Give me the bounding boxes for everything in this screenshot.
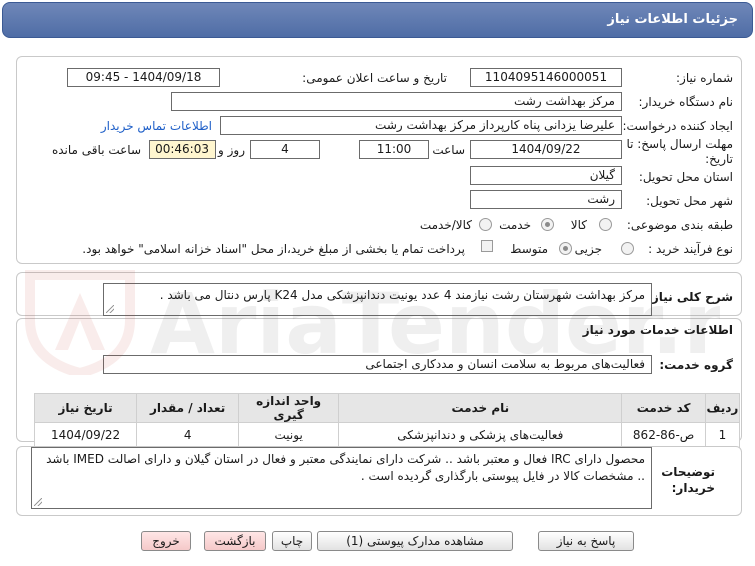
remaining-days-field: 4 (250, 140, 320, 159)
page-title: جزئیات اطلاعات نیاز (607, 12, 738, 27)
deadline-time-field: 11:00 (359, 140, 429, 159)
province-field: گیلان (470, 166, 622, 185)
cell-unit: یونیت (238, 422, 340, 448)
reply-button[interactable]: پاسخ به نیاز (538, 531, 634, 551)
services-table: ردیف کد خدمت نام خدمت واحد اندازه گیری ت… (33, 393, 741, 448)
city-field: رشت (470, 190, 622, 209)
table-row: 1 ص-86-862 فعالیت‌های پزشکی و دندانپزشکی… (33, 422, 741, 448)
need-info-panel (16, 56, 742, 264)
buyer-org-label: نام دستگاه خریدار: (638, 95, 734, 109)
need-number-label: شماره نیاز: (676, 71, 733, 85)
col-service-code: کد خدمت (621, 393, 706, 423)
services-section-title: اطلاعات خدمات مورد نیاز (582, 323, 733, 337)
category-radio-goods-service[interactable] (479, 218, 492, 231)
col-service-name: نام خدمت (338, 393, 623, 423)
description-textarea: مرکز بهداشت شهرستان رشت نیازمند 4 عدد یو… (103, 283, 652, 316)
buyer-notes-text: محصول دارای IRC فعال و معتبر باشد .. شرک… (46, 452, 645, 483)
resize-grip-icon[interactable] (34, 498, 42, 506)
remaining-time-label: ساعت باقی مانده (51, 143, 141, 157)
cell-service-code: ص-86-862 (621, 422, 706, 448)
creator-field: علیرضا یزدانی پناه کارپرداز مرکز بهداشت … (220, 116, 622, 135)
treasury-payment-note: پرداخت تمام یا بخشی از مبلغ خرید،از محل … (82, 242, 465, 256)
province-label: استان محل تحویل: (638, 170, 733, 184)
need-number-field: 1104095146000051 (470, 68, 622, 87)
treasury-payment-checkbox[interactable] (481, 240, 493, 252)
process-option-medium: متوسط (510, 242, 548, 256)
col-row-number: ردیف (704, 393, 741, 423)
days-label: روز و (218, 143, 245, 157)
buyer-notes-sublabel: خریدار: (671, 481, 715, 495)
announce-date-label: تاریخ و ساعت اعلان عمومی: (302, 71, 447, 85)
col-quantity: تعداد / مقدار (136, 393, 240, 423)
resize-grip-icon[interactable] (106, 305, 114, 313)
process-label: نوع فرآیند خرید : (648, 242, 733, 256)
process-radio-minor[interactable] (621, 242, 634, 255)
city-label: شهر محل تحویل: (646, 194, 733, 208)
category-option-service: خدمت (499, 218, 531, 232)
description-text: مرکز بهداشت شهرستان رشت نیازمند 4 عدد یو… (159, 288, 645, 302)
buyer-notes-label: توضیحات (661, 465, 715, 479)
col-need-date: تاریخ نیاز (33, 393, 138, 423)
cell-need-date: 1404/09/22 (33, 422, 138, 448)
category-radio-goods[interactable] (599, 218, 612, 231)
category-option-goods-service: کالا/خدمت (419, 218, 472, 232)
process-radio-medium[interactable] (559, 242, 572, 255)
deadline-date-sublabel: تاریخ: (705, 152, 733, 166)
exit-button[interactable]: خروج (141, 531, 191, 551)
deadline-label: مهلت ارسال پاسخ: تا (626, 137, 733, 151)
description-label: شرح کلی نیاز: (647, 290, 733, 304)
cell-row-number: 1 (704, 422, 741, 448)
back-button[interactable]: بازگشت (204, 531, 266, 551)
process-option-minor: جزیی (574, 242, 602, 256)
buyer-org-field: مرکز بهداشت رشت (171, 92, 622, 111)
attachments-button[interactable]: مشاهده مدارک پیوستی (1) (317, 531, 513, 551)
deadline-time-label: ساعت (432, 143, 465, 157)
cell-service-name: فعالیت‌های پزشکی و دندانپزشکی (338, 422, 623, 448)
deadline-date-field: 1404/09/22 (470, 140, 622, 159)
service-group-field: فعالیت‌های مربوط به سلامت انسان و مددکار… (103, 355, 652, 374)
services-table-header: ردیف کد خدمت نام خدمت واحد اندازه گیری ت… (33, 393, 741, 423)
service-group-label: گروه خدمت: (659, 358, 733, 372)
announce-date-field: 1404/09/18 - 09:45 (67, 68, 220, 87)
creator-label: ایجاد کننده درخواست: (622, 119, 733, 133)
category-option-goods: کالا (570, 218, 587, 232)
buyer-contact-link[interactable]: اطلاعات تماس خریدار (101, 119, 212, 133)
cell-quantity: 4 (136, 422, 240, 448)
remaining-time-field: 00:46:03 (149, 140, 216, 159)
buyer-notes-textarea: محصول دارای IRC فعال و معتبر باشد .. شرک… (31, 447, 652, 509)
page-header: جزئیات اطلاعات نیاز (2, 2, 753, 38)
category-radio-service[interactable] (541, 218, 554, 231)
category-label: طبقه بندی موضوعی: (626, 218, 733, 232)
print-button[interactable]: چاپ (272, 531, 312, 551)
col-unit: واحد اندازه گیری (238, 393, 340, 423)
